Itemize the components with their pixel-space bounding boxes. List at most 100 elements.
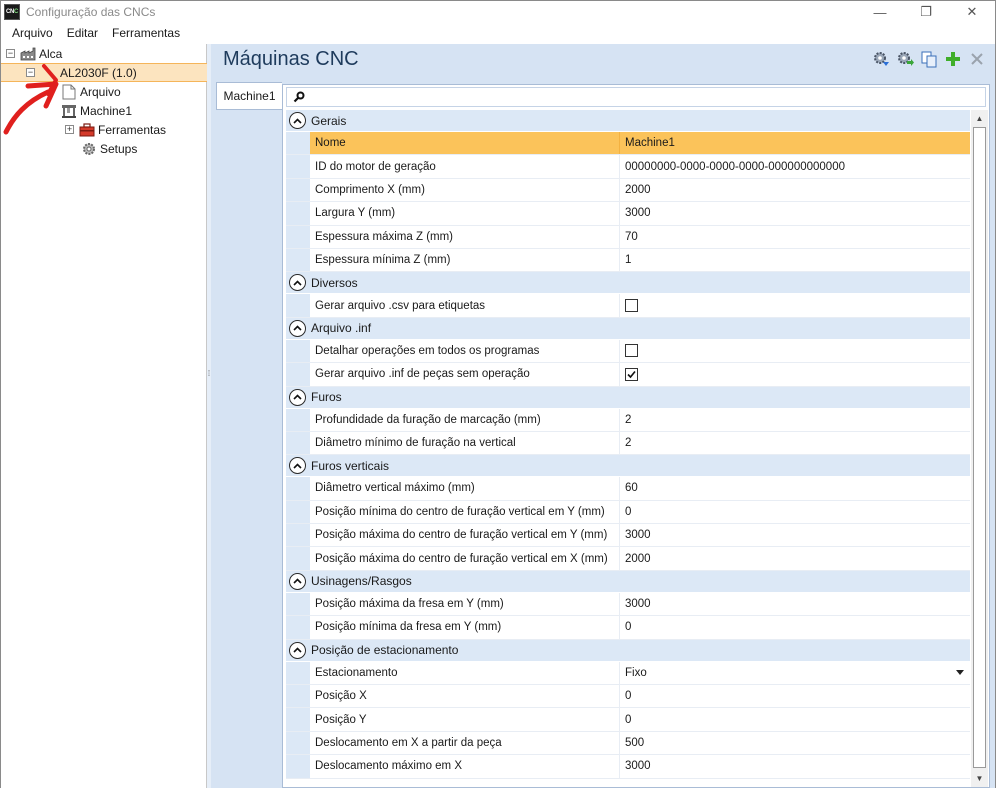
checkbox-checked[interactable] (625, 367, 638, 381)
collapse-chevron-icon[interactable] (289, 572, 306, 590)
property-row[interactable]: Diâmetro vertical máximo (mm) 60 (286, 477, 970, 501)
property-row[interactable]: Posição X 0 (286, 685, 970, 709)
row-gutter (286, 708, 310, 731)
property-row[interactable]: Posição máxima da fresa em Y (mm) 3000 (286, 592, 970, 617)
property-row[interactable]: Posição máxima do centro de furação vert… (286, 524, 970, 548)
category-row[interactable]: Furos (286, 386, 970, 409)
scroll-thumb[interactable] (973, 127, 986, 768)
property-row[interactable]: Estacionamento Fixo (286, 661, 970, 686)
category-row[interactable]: Posição de estacionamento (286, 639, 970, 662)
search-box[interactable] (286, 87, 986, 107)
property-row[interactable]: Gerar arquivo .inf de peças sem operação (286, 363, 970, 387)
property-checkbox-cell[interactable] (620, 363, 970, 385)
tree-label-machine1: Machine1 (80, 103, 133, 118)
category-row[interactable]: Furos verticais (286, 455, 970, 478)
property-name: Deslocamento em X a partir da peça (310, 731, 620, 755)
property-value[interactable]: 2000 (620, 547, 970, 569)
property-row[interactable]: Diâmetro mínimo de furação na vertical 2 (286, 431, 970, 456)
row-gutter (286, 524, 310, 547)
tree-node-setups[interactable]: Setups (81, 139, 137, 158)
collapse-chevron-icon[interactable] (289, 388, 306, 406)
property-value[interactable]: 00000000-0000-0000-0000-000000000000 (620, 155, 970, 177)
row-gutter (286, 685, 310, 708)
chevron-down-icon[interactable] (956, 669, 964, 675)
property-row[interactable]: Profundidade da furação de marcação (mm)… (286, 408, 970, 432)
close-button[interactable]: ✕ (949, 1, 995, 23)
property-value[interactable]: 500 (620, 732, 970, 754)
property-row[interactable]: Deslocamento máximo em X 3000 (286, 755, 970, 779)
property-value[interactable]: 2 (620, 432, 970, 454)
property-value[interactable]: Machine1 (620, 132, 970, 155)
property-row[interactable]: Posição máxima do centro de furação vert… (286, 547, 970, 571)
collapse-chevron-icon[interactable] (289, 319, 306, 337)
property-value[interactable]: 2 (620, 409, 970, 431)
gear-import-button[interactable] (871, 50, 891, 68)
property-row[interactable]: ID do motor de geração 00000000-0000-0000… (286, 155, 970, 179)
collapse-chevron-icon[interactable] (289, 112, 306, 129)
maximize-button[interactable]: ❐ (903, 1, 949, 23)
scroll-up-icon[interactable]: ▲ (971, 110, 988, 127)
property-row[interactable]: Largura Y (mm) 3000 (286, 202, 970, 226)
property-value[interactable]: 0 (620, 501, 970, 523)
property-value[interactable]: 3000 (620, 755, 970, 777)
category-row[interactable]: Arquivo .inf (286, 317, 970, 340)
property-value[interactable]: 3000 (620, 524, 970, 546)
property-value-text: 0 (625, 690, 632, 703)
property-checkbox-cell[interactable] (620, 340, 970, 362)
checkbox-unchecked[interactable] (625, 344, 638, 358)
property-row[interactable]: Comprimento X (mm) 2000 (286, 178, 970, 203)
vertical-scrollbar[interactable]: ▲ ▼ (971, 110, 988, 787)
property-value[interactable]: 0 (620, 708, 970, 730)
property-dropdown[interactable]: Fixo (620, 662, 970, 684)
property-grid-container: Gerais Nome Machine1 ID do motor de geração… (282, 84, 990, 788)
minimize-button[interactable]: — (857, 1, 903, 23)
property-row[interactable]: Nome Machine1 (286, 132, 970, 156)
collapse-chevron-icon[interactable] (289, 274, 306, 292)
property-value[interactable]: 1 (620, 249, 970, 271)
property-value[interactable]: 60 (620, 477, 970, 499)
property-name: Estacionamento (310, 661, 620, 685)
property-value[interactable]: 3000 (620, 202, 970, 224)
property-value[interactable]: 2000 (620, 179, 970, 201)
add-button[interactable] (943, 50, 963, 68)
tree-node-machine1[interactable]: Machine1 (61, 101, 132, 120)
category-row[interactable]: Diversos (286, 272, 970, 295)
menu-editar[interactable]: Editar (60, 26, 105, 40)
menu-bar: Arquivo Editar Ferramentas (0, 22, 996, 44)
collapse-icon[interactable]: − (6, 49, 15, 58)
property-row[interactable]: Deslocamento em X a partir da peça 500 (286, 731, 970, 756)
property-value-text: 3000 (625, 207, 651, 220)
property-row[interactable]: Posição mínima da fresa em Y (mm) 0 (286, 616, 970, 640)
property-value-text: 1 (625, 254, 632, 267)
property-checkbox-cell[interactable] (620, 294, 970, 316)
property-name: Posição máxima do centro de furação vert… (310, 547, 620, 570)
property-row[interactable]: Posição mínima do centro de furação vert… (286, 500, 970, 525)
gear-export-button[interactable] (895, 50, 915, 68)
property-value-text: 0 (625, 621, 632, 634)
copy-button[interactable] (919, 50, 939, 68)
property-value[interactable]: 0 (620, 685, 970, 707)
property-value-text: Fixo (625, 666, 647, 679)
collapse-chevron-icon[interactable] (289, 457, 306, 475)
property-value[interactable]: 0 (620, 616, 970, 638)
property-value[interactable]: 3000 (620, 593, 970, 615)
property-row[interactable]: Gerar arquivo .csv para etiquetas (286, 294, 970, 318)
property-row[interactable]: Posição Y 0 (286, 708, 970, 732)
property-value[interactable]: 70 (620, 226, 970, 248)
property-value-text: 0 (625, 505, 632, 518)
property-value-text: 0 (625, 713, 632, 726)
category-row[interactable]: Usinagens/Rasgos (286, 570, 970, 593)
tree-node-ferramentas[interactable]: + Ferramentas (65, 120, 166, 139)
property-row[interactable]: Espessura mínima Z (mm) 1 (286, 248, 970, 273)
tab-machine1[interactable]: Machine1 (216, 82, 282, 110)
checkbox-unchecked[interactable] (625, 299, 638, 313)
menu-ferramentas[interactable]: Ferramentas (105, 26, 187, 40)
collapse-chevron-icon[interactable] (289, 641, 306, 659)
property-row[interactable]: Detalhar operações em todos os programas (286, 339, 970, 364)
menu-arquivo[interactable]: Arquivo (5, 26, 60, 40)
property-value-text: 00000000-0000-0000-0000-000000000000 (625, 160, 845, 173)
category-row[interactable]: Gerais (286, 110, 970, 132)
remove-button[interactable] (967, 50, 987, 68)
scroll-down-icon[interactable]: ▼ (971, 770, 988, 787)
property-row[interactable]: Espessura máxima Z (mm) 70 (286, 225, 970, 249)
